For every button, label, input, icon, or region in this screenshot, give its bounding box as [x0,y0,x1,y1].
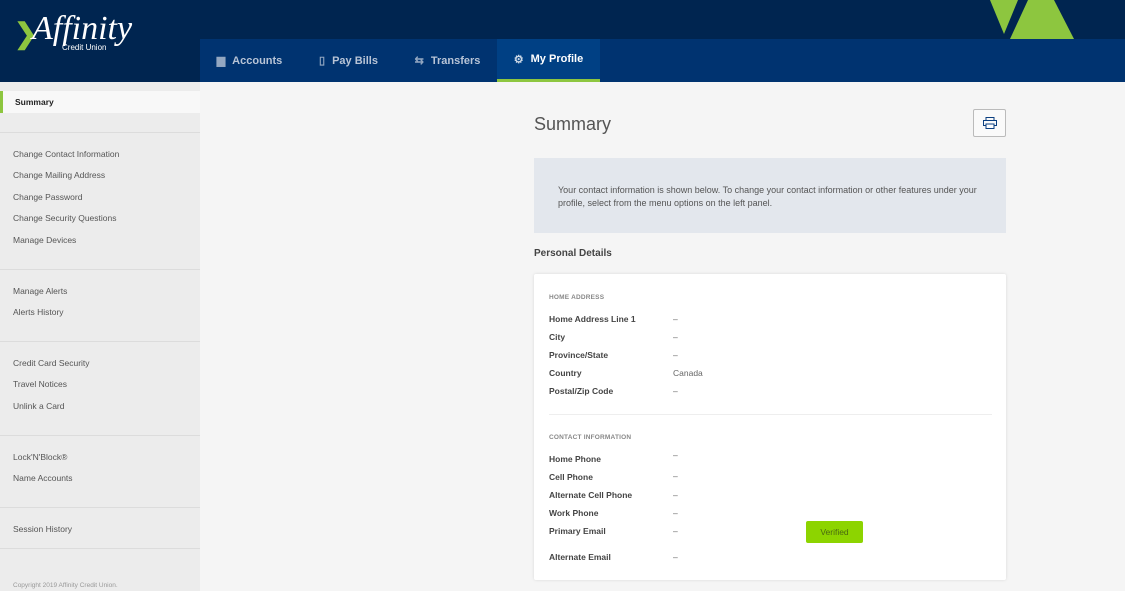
sidebar-item-summary[interactable]: Summary [0,91,200,113]
sidebar-item-manage-alerts[interactable]: Manage Alerts [13,286,67,296]
field-label: Home Address Line 1 [549,314,636,324]
sidebar-item-lock-n-block[interactable]: Lock'N'Block® [13,452,67,462]
sidebar-item-alerts-history[interactable]: Alerts History [13,307,64,317]
field-value: Canada [673,368,703,378]
affinity-logo[interactable]: ❯ Affinity Credit Union [12,10,132,55]
info-message: Your contact information is shown below.… [534,158,1006,233]
gear-icon: ⚙ [513,53,524,66]
tab-pay-bills[interactable]: ▯ Pay Bills [299,39,398,82]
divider [0,269,200,270]
field-label: Province/State [549,350,609,360]
sidebar-item-credit-card-security[interactable]: Credit Card Security [13,358,90,368]
sidebar-item-change-mailing[interactable]: Change Mailing Address [13,170,105,180]
tab-label: My Profile [530,53,584,65]
personal-details-card: HOME ADDRESS Home Address Line 1– City – … [534,274,1006,580]
sidebar-item-change-contact[interactable]: Change Contact Information [13,149,119,159]
field-value: – [673,490,678,500]
field-label: Postal/Zip Code [549,386,614,396]
decorative-triangles-icon [990,0,1074,39]
logo-text: Affinity [32,10,133,47]
sidebar-item-change-password[interactable]: Change Password [13,192,82,202]
field-label: Cell Phone [549,472,593,482]
bill-icon: ▯ [319,55,326,67]
tab-label: Pay Bills [332,54,378,67]
tab-transfers[interactable]: ⇆ Transfers [398,39,497,82]
sidebar-item-unlink-card[interactable]: Unlink a Card [13,401,65,411]
field-value: – [673,471,678,481]
tab-my-profile[interactable]: ⚙ My Profile [497,39,600,82]
field-value: – [673,314,678,324]
section-title: Personal Details [534,248,612,259]
wallet-icon: ▆ [216,55,226,67]
main-nav: ▆ Accounts ▯ Pay Bills ⇆ Transfers ⚙ My Prof… [200,39,1125,82]
divider [0,435,200,436]
field-value: – [673,350,678,360]
field-value: – [673,450,678,460]
sidebar: Summary Change Contact Information Chang… [0,82,200,591]
sidebar-item-name-accounts[interactable]: Name Accounts [13,473,73,483]
print-button[interactable] [973,109,1006,137]
field-label: Work Phone [549,508,599,518]
sidebar-item-travel-notices[interactable]: Travel Notices [13,379,67,389]
home-address-heading: HOME ADDRESS [549,294,605,301]
tab-accounts[interactable]: ▆ Accounts [200,39,299,82]
sidebar-item-security-questions[interactable]: Change Security Questions [13,213,116,223]
field-label: Alternate Email [549,552,611,562]
printer-icon [982,117,997,129]
field-value: – [673,332,678,342]
field-value: – [673,508,678,518]
copyright: Copyright 2019 Affinity Credit Union. [13,582,118,589]
sidebar-item-manage-devices[interactable]: Manage Devices [13,235,76,245]
divider [0,548,200,549]
divider [0,132,200,133]
field-label: Primary Email [549,526,606,536]
field-label: Alternate Cell Phone [549,490,633,500]
field-label: Home Phone [549,454,601,464]
field-label: City [549,332,566,342]
field-value: – [673,386,678,396]
transfer-arrows-icon: ⇆ [414,55,424,67]
tab-label: Accounts [232,54,283,67]
divider [0,507,200,508]
field-value: – [673,526,678,536]
field-value: – [673,552,678,562]
divider [549,414,992,415]
divider [0,341,200,342]
field-label: Country [549,368,582,378]
contact-info-heading: CONTACT INFORMATION [549,434,632,441]
logo-subtext: Credit Union [62,43,107,52]
sidebar-item-session-history[interactable]: Session History [13,524,72,534]
tab-label: Transfers [430,54,481,67]
verified-badge: Verified [806,521,863,543]
page-title: Summary [534,114,612,134]
